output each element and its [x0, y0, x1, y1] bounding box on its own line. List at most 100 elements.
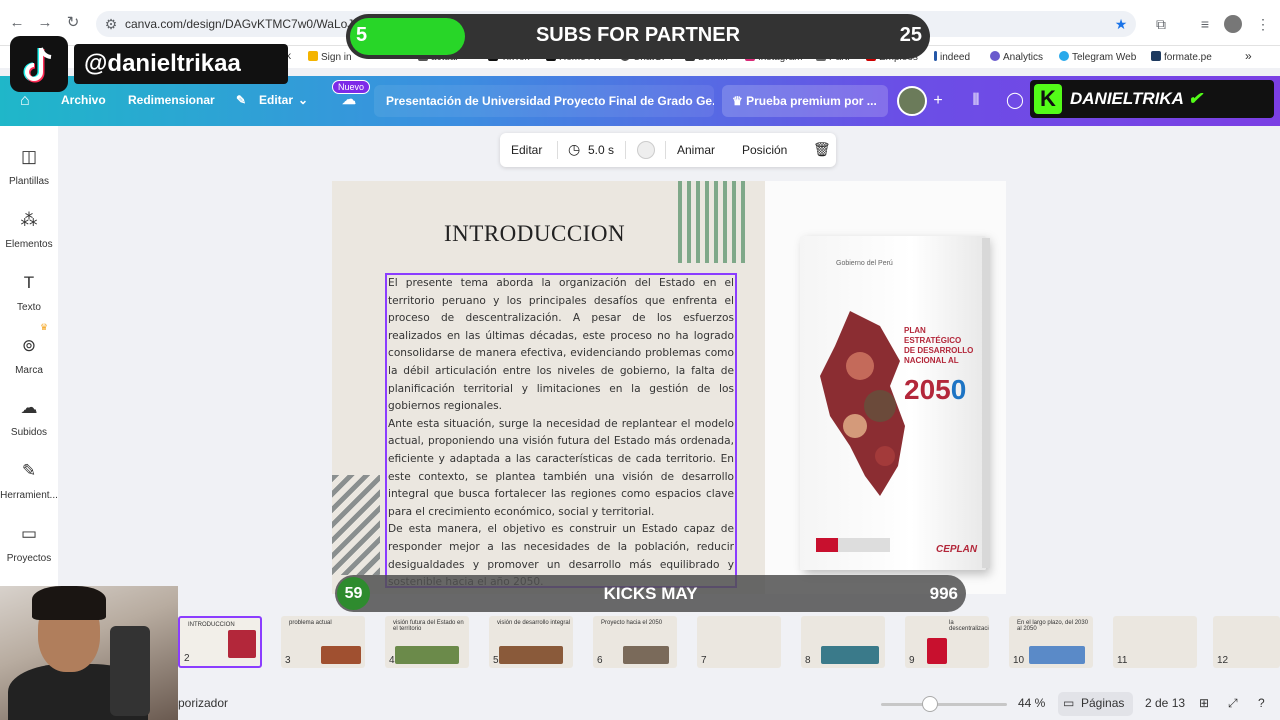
- posicion-button[interactable]: Posición: [742, 143, 787, 157]
- uploads-icon: ☁: [20, 398, 38, 417]
- indeed-icon: [934, 51, 937, 61]
- sidebar-item-marca[interactable]: ⊚ Marca: [0, 335, 58, 376]
- insights-icon[interactable]: ⫴: [966, 91, 986, 111]
- thumbnail-image: [927, 638, 947, 664]
- book-cover-image[interactable]: Gobierno del Perú PLAN ESTRATÉGICO DE DE…: [800, 236, 990, 570]
- more-bookmarks-icon[interactable]: »: [1245, 49, 1252, 63]
- crown-icon: ♛: [40, 322, 49, 332]
- slide-canvas[interactable]: INTRODUCCION El presente tema aborda la …: [332, 181, 1006, 594]
- thumbnail-page-7[interactable]: 7: [697, 616, 781, 668]
- thumbnail-page-8[interactable]: 8: [801, 616, 885, 668]
- kicks-goal-bar: 59 KICKS MAY 996: [335, 575, 966, 612]
- color-swatch[interactable]: [637, 141, 655, 159]
- kick-overlay: K DANIELTRIKA ✔: [1030, 80, 1274, 118]
- redimensionar-button[interactable]: Redimensionar: [128, 93, 215, 107]
- thumbnail-page-5[interactable]: visión de desarrollo integral 5: [489, 616, 573, 668]
- kick-icon: K: [1034, 84, 1062, 114]
- thumbnail-page-3[interactable]: problema actual 3: [281, 616, 365, 668]
- book-government-label: Gobierno del Perú: [836, 260, 893, 267]
- bookmark-signin[interactable]: Sign in: [308, 51, 352, 63]
- timer-button[interactable]: porizador: [178, 696, 228, 710]
- sidebar-item-texto[interactable]: T Texto: [0, 272, 58, 313]
- editar-menu[interactable]: Editar: [259, 93, 293, 107]
- sidebar-item-plantillas[interactable]: ◫ Plantillas: [0, 146, 58, 187]
- gov-logo: [816, 538, 890, 552]
- tiktok-handle: @danieltrikaa: [74, 44, 288, 84]
- menu-icon[interactable]: ⋮: [1254, 15, 1272, 33]
- kick-username: DANIELTRIKA ✔: [1070, 89, 1203, 108]
- page-thumbnails: INTRODUCCION 2 problema actual 3 visión …: [178, 612, 1280, 672]
- bookmark-indeed[interactable]: indeed: [934, 51, 970, 63]
- editar-element-button[interactable]: Editar: [511, 143, 542, 157]
- back-icon[interactable]: ←: [8, 14, 26, 32]
- thumbnail-image: [623, 646, 669, 664]
- bookmark-formate[interactable]: formate.pe: [1151, 51, 1212, 63]
- pages-icon: ▭: [1063, 696, 1075, 710]
- divider: [665, 141, 666, 159]
- text-icon: T: [23, 273, 35, 292]
- grid-view-icon[interactable]: ⊞: [1199, 696, 1209, 710]
- animar-button[interactable]: Animar: [677, 143, 715, 157]
- ceplan-logo: CEPLAN: [936, 544, 978, 555]
- book-spine: [982, 238, 990, 568]
- comments-icon[interactable]: ◯: [1005, 91, 1025, 111]
- thumbnail-page-2[interactable]: INTRODUCCION 2: [178, 616, 262, 668]
- thumbnail-page-11[interactable]: 11: [1113, 616, 1197, 668]
- thumbnail-image: [499, 646, 563, 664]
- analytics-icon: [990, 51, 1000, 61]
- duration-button[interactable]: 5.0 s: [588, 143, 614, 157]
- microphone: [110, 626, 150, 716]
- extensions-icon[interactable]: ⧉: [1152, 15, 1170, 33]
- zoom-slider[interactable]: [881, 703, 1007, 706]
- avatar[interactable]: [897, 86, 927, 116]
- thumbnail-image: [228, 630, 256, 658]
- slide-title[interactable]: INTRODUCCION: [444, 221, 625, 247]
- url-text: canva.com/design/DAGvKTMC7w0/WaLoJtLO: [125, 17, 373, 31]
- document-title[interactable]: Presentación de Universidad Proyecto Fin…: [374, 85, 714, 117]
- chevron-down-icon[interactable]: ⌄: [298, 93, 308, 107]
- decorative-stripes: [678, 181, 750, 263]
- add-collaborator-icon[interactable]: +: [928, 91, 948, 111]
- thumbnail-page-4[interactable]: visión futura del Estado en el territori…: [385, 616, 469, 668]
- goal-target: 25: [899, 24, 922, 46]
- sidebar-item-subidos[interactable]: ☁ Subidos: [0, 397, 58, 438]
- bookmark-analytics[interactable]: Analytics: [990, 51, 1043, 63]
- reload-icon[interactable]: ↻: [64, 14, 82, 32]
- thumbnail-page-10[interactable]: En el largo plazo, del 2030 al 2050 10: [1009, 616, 1093, 668]
- thumbnail-page-12[interactable]: 12: [1213, 616, 1280, 668]
- sidebar-item-herramientas[interactable]: ✎ Herramient...: [0, 460, 58, 501]
- fullscreen-icon[interactable]: ⤢: [1228, 696, 1238, 711]
- sidebar-item-elementos[interactable]: ⁂ Elementos: [0, 209, 58, 250]
- pencil-icon: ✎: [236, 93, 247, 107]
- elements-icon: ⁂: [20, 210, 38, 229]
- templates-icon: ◫: [20, 147, 38, 166]
- home-icon[interactable]: ⌂: [20, 92, 38, 110]
- bookmark-telegram[interactable]: Telegram Web: [1059, 51, 1136, 63]
- thumbnail-page-6[interactable]: Proyecto hacia el 2050 6: [593, 616, 677, 668]
- bookmark-star-icon[interactable]: ★: [1112, 15, 1130, 33]
- thumbnail-page-9[interactable]: la descentralización 9: [905, 616, 989, 668]
- zoom-slider-handle[interactable]: [922, 696, 938, 712]
- site-info-icon[interactable]: ⚙: [102, 15, 120, 33]
- goal-label: KICKS MAY: [603, 584, 698, 603]
- help-icon[interactable]: ?: [1258, 696, 1265, 710]
- sidebar-item-proyectos[interactable]: ▭ Proyectos: [0, 523, 58, 564]
- thumbnail-image: [395, 646, 459, 664]
- tiktok-icon: [10, 36, 68, 92]
- media-icon[interactable]: ≡: [1196, 15, 1214, 33]
- trash-icon[interactable]: 🗑: [813, 141, 831, 158]
- book-year: 2050: [904, 374, 967, 405]
- divider: [625, 141, 626, 159]
- premium-trial-button[interactable]: ♛ Prueba premium por ...: [722, 85, 888, 117]
- formate-icon: [1151, 51, 1161, 61]
- archivo-menu[interactable]: Archivo: [61, 93, 106, 107]
- goal-label: SUBS FOR PARTNER: [535, 24, 741, 46]
- selected-text-box[interactable]: El presente tema aborda la organización …: [385, 273, 737, 588]
- telegram-icon: [1059, 51, 1069, 61]
- forward-icon[interactable]: →: [36, 14, 54, 32]
- zoom-level[interactable]: 44 %: [1018, 696, 1045, 710]
- pages-label: Páginas: [1081, 696, 1125, 710]
- decorative-stripes: [332, 475, 380, 575]
- profile-icon[interactable]: [1224, 15, 1242, 33]
- brand-icon: ⊚: [21, 336, 37, 355]
